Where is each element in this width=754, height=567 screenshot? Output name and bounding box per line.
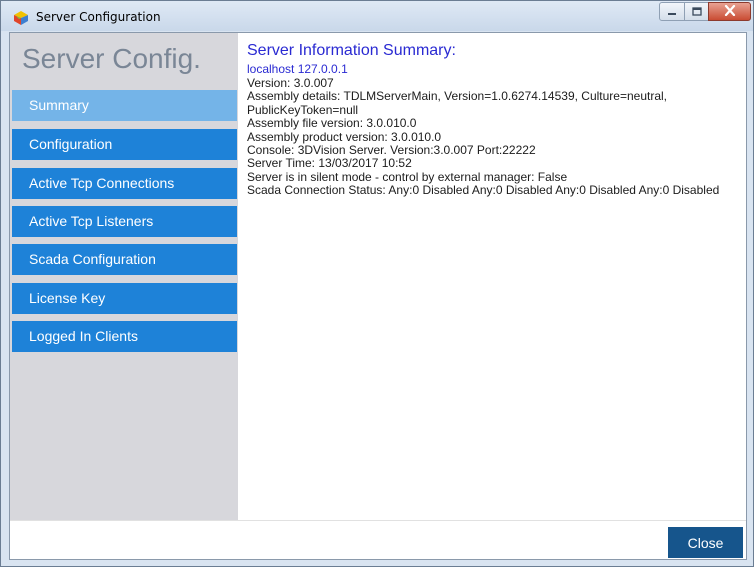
server-configuration-window: Server Configuration Server Config. Summ… [0, 0, 754, 567]
close-button[interactable]: Close [668, 527, 743, 558]
assembly-details-line: Assembly details: TDLMServerMain, Versio… [247, 89, 668, 117]
minimize-icon [667, 3, 677, 21]
window-close-button[interactable] [708, 2, 751, 21]
sidebar-item-license-key[interactable]: License Key [12, 283, 237, 314]
server-time-line: Server Time: 13/03/2017 10:52 [247, 156, 412, 171]
summary-title: Server Information Summary: [247, 42, 456, 59]
silent-mode-line: Server is in silent mode - control by ex… [247, 169, 568, 184]
summary-panel: Server Information Summary: localhost 12… [247, 42, 742, 198]
minimize-button[interactable] [659, 2, 685, 21]
dialog-client-area: Server Config. Summary Configuration Act… [9, 32, 747, 560]
sidebar-item-configuration[interactable]: Configuration [12, 129, 237, 160]
version-line: Version: 3.0.007 [247, 76, 334, 90]
sidebar-item-logged-in-clients[interactable]: Logged In Clients [12, 321, 237, 352]
sidebar-item-active-tcp-listeners[interactable]: Active Tcp Listeners [12, 206, 237, 237]
maximize-button[interactable] [684, 2, 709, 21]
host-address: localhost 127.0.0.1 [247, 62, 348, 76]
title-bar[interactable]: Server Configuration [1, 1, 753, 31]
assembly-product-version-line: Assembly product version: 3.0.010.0 [247, 129, 442, 144]
sidebar-item-active-tcp-connections[interactable]: Active Tcp Connections [12, 168, 237, 199]
console-line: Console: 3DVision Server. Version:3.0.00… [247, 143, 536, 158]
sidebar-item-summary[interactable]: Summary [12, 90, 237, 121]
window-title: Server Configuration [36, 10, 161, 24]
sidebar-title: Server Config. [22, 43, 201, 74]
sidebar: Server Config. Summary Configuration Act… [10, 33, 238, 520]
server-app-icon [13, 11, 29, 25]
close-x-icon [724, 3, 736, 21]
assembly-file-version-line: Assembly file version: 3.0.010.0 [247, 116, 417, 131]
maximize-icon [691, 3, 702, 21]
scada-connection-status-line: Scada Connection Status: Any:0 Disabled … [247, 183, 720, 198]
dialog-footer: Close [10, 520, 746, 559]
sidebar-item-scada-configuration[interactable]: Scada Configuration [12, 244, 237, 275]
